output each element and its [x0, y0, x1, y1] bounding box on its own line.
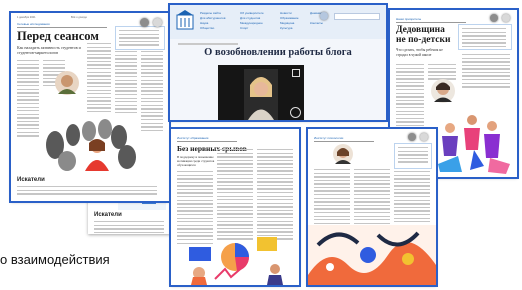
rule [17, 27, 107, 28]
article-subtitle: Что сделать, чтобы ребенок не страдал в … [396, 48, 443, 57]
avatar-button[interactable] [320, 12, 328, 20]
section-label: Наши приоритеты [396, 17, 422, 21]
menu-item[interactable] [310, 26, 330, 31]
footer-text [94, 221, 164, 234]
nav-button[interactable] [408, 133, 416, 141]
illustration-abstract [308, 225, 436, 285]
card-5[interactable]: Институт образования Без нервных срывов … [169, 127, 301, 287]
footer-text [17, 186, 157, 197]
avatar [431, 79, 455, 103]
menu-item[interactable]: Спорт [240, 26, 270, 31]
text-column-r3 [141, 51, 163, 133]
nav-button[interactable] [502, 14, 510, 22]
section-label: Сетевые исследования [17, 22, 50, 26]
text-column-right [462, 54, 510, 90]
site-menu: Разделы сайта Об университете Новости Дн… [200, 11, 330, 31]
footer-brand: Искатели [94, 212, 122, 218]
video-player[interactable] [218, 65, 304, 120]
article-subtitle: Как наладить активность студентов и студ… [17, 45, 81, 55]
blog-title: О возобновлении работы блога [204, 47, 352, 58]
nav-button[interactable] [490, 14, 498, 22]
text-column-left [17, 60, 39, 139]
menu-item[interactable]: Культура [280, 26, 300, 31]
rule [396, 22, 466, 23]
fullscreen-icon[interactable] [292, 69, 300, 77]
illustration-children [438, 115, 510, 174]
play-button[interactable] [290, 107, 301, 118]
sidebar-box [458, 24, 512, 50]
illustration-charts [189, 237, 283, 285]
card-3[interactable]: Разделы сайта Об университете Новости Дн… [168, 3, 388, 122]
menu-item[interactable]: Общество [200, 26, 230, 31]
section-link: Всё о доходе [71, 16, 87, 19]
section-label: Институт образования [177, 136, 209, 140]
sidebar-box [115, 26, 165, 50]
article-title: Дедовщина не по-детски [396, 25, 451, 45]
nav-button[interactable] [153, 18, 162, 27]
rule [177, 141, 237, 142]
university-logo [176, 10, 194, 30]
search-input[interactable] [334, 13, 380, 20]
avatar [333, 144, 353, 164]
section-label: Институт психологии [314, 136, 344, 140]
footer-brand: Искатели [17, 177, 45, 183]
caption-text: о взаимодействия [0, 252, 110, 267]
nav-button[interactable] [140, 18, 149, 27]
rule [314, 141, 374, 142]
card-1[interactable]: 1 декабря 2021 Всё о доходе Сетевые иссл… [9, 11, 171, 203]
date: 1 декабря 2021 [17, 16, 36, 19]
illustration-people [41, 113, 137, 171]
avatar [55, 71, 79, 95]
nav-button[interactable] [420, 133, 428, 141]
breadcrumb [178, 43, 238, 45]
article-title: Перед сеансом [17, 29, 99, 43]
card-6[interactable]: Институт психологии [306, 127, 438, 287]
sidebar-box [394, 143, 432, 169]
